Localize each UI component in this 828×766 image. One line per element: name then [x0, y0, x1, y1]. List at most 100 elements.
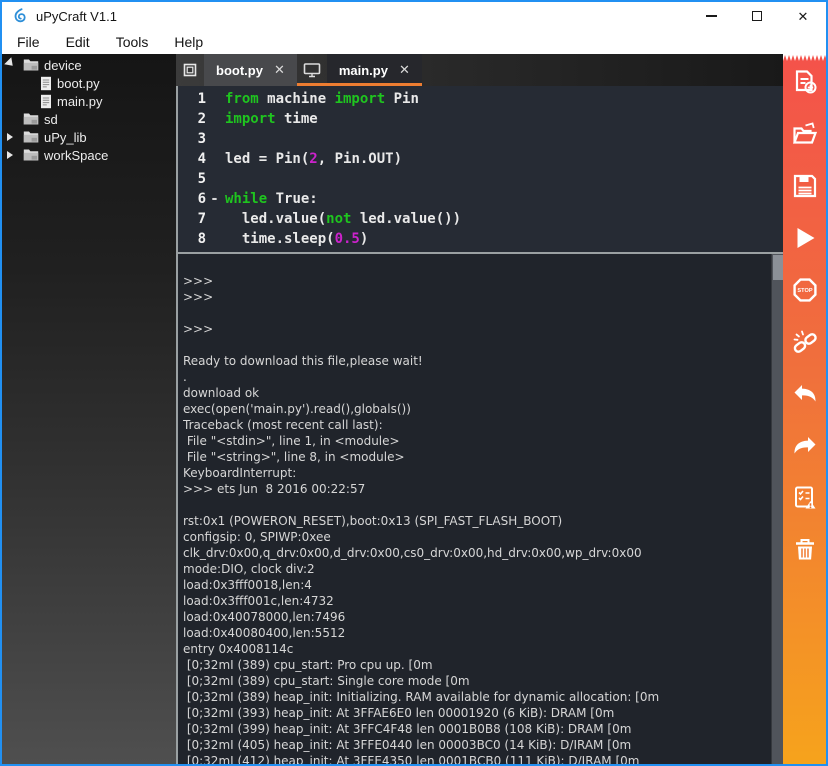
code-line: 2import time: [178, 109, 783, 129]
maximize-icon: [752, 11, 762, 21]
line-number: 7: [178, 211, 206, 227]
app-logo-icon: [11, 8, 27, 24]
tree-item-label: boot.py: [57, 76, 100, 91]
tree-item-sd[interactable]: sd: [2, 110, 176, 128]
connect-disconnect-button[interactable]: [791, 328, 819, 356]
console-line: >>> ets Jun 8 2016 00:22:57: [183, 482, 767, 498]
download-run-icon: [792, 225, 818, 251]
console-line: load:0x3fff001c,len:4732: [183, 594, 767, 610]
stop-icon: STOP: [792, 277, 818, 303]
code-text: led = Pin(2, Pin.OUT): [223, 151, 402, 167]
tree-item-boot.py[interactable]: boot.py: [2, 74, 176, 92]
connect-disconnect-icon: [792, 329, 818, 355]
console-line: configsip: 0, SPIWP:0xee: [183, 530, 767, 546]
file-icon: [40, 76, 52, 91]
syntax-check-button[interactable]: [791, 484, 819, 512]
new-file-icon: [792, 69, 818, 95]
menu-tools[interactable]: Tools: [103, 30, 162, 54]
tab-main.py[interactable]: main.py ✕: [297, 54, 422, 86]
minimize-button[interactable]: [688, 2, 734, 30]
expand-arrow-icon[interactable]: [6, 59, 18, 71]
toolbar-serrated-edge: [783, 54, 826, 61]
console-line: exec(open('main.py').read(),globals()): [183, 402, 767, 418]
collapse-arrow-icon[interactable]: [6, 151, 18, 159]
console-line: load:0x40078000,len:7496: [183, 610, 767, 626]
save-file-button[interactable]: [791, 172, 819, 200]
console-line: [183, 498, 767, 514]
console-line: [0;32mI (405) heap_init: At 3FFE0440 len…: [183, 738, 767, 754]
window-title: uPyCraft V1.1: [36, 9, 117, 24]
console-line: [0;32mI (399) heap_init: At 3FFC4F48 len…: [183, 722, 767, 738]
code-line: 7 led.value(not led.value()): [178, 209, 783, 229]
close-icon: ✕: [798, 10, 809, 23]
tree-item-uPy_lib[interactable]: uPy_lib: [2, 128, 176, 146]
active-tab-underline: [297, 83, 422, 86]
tab-boot.py[interactable]: boot.py✕: [176, 54, 297, 86]
console-lines: >>> >>> >>> Ready to download this file,…: [183, 274, 767, 764]
fold-marker-icon[interactable]: -: [206, 191, 223, 207]
line-number: 4: [178, 151, 206, 167]
folder-icon: [23, 58, 39, 72]
svg-text:STOP: STOP: [797, 288, 812, 294]
line-number: 8: [178, 231, 206, 247]
window-controls: ✕: [688, 2, 826, 30]
file-icon: [40, 94, 52, 109]
undo-icon: [792, 381, 818, 407]
code-text: from machine import Pin: [223, 91, 419, 107]
tree-item-main.py[interactable]: main.py: [2, 92, 176, 110]
console-line: >>>: [183, 290, 767, 306]
folder-icon: [23, 112, 39, 126]
console-line: File "<stdin>", line 1, in <module>: [183, 434, 767, 450]
maximize-button[interactable]: [734, 2, 780, 30]
redo-button[interactable]: [791, 432, 819, 460]
workarea: 1from machine import Pin2import time34le…: [176, 86, 783, 764]
download-run-button[interactable]: [791, 224, 819, 252]
code-text: time.sleep(0.5): [223, 231, 368, 247]
console-line: clk_drv:0x00,q_drv:0x00,d_drv:0x00,cs0_d…: [183, 546, 767, 562]
console-scrollbar-thumb[interactable]: [773, 255, 783, 280]
clear-button[interactable]: [791, 536, 819, 564]
tree-item-label: uPy_lib: [44, 130, 87, 145]
undo-button[interactable]: [791, 380, 819, 408]
console-line: entry 0x4008114c: [183, 642, 767, 658]
code-text: import time: [223, 111, 318, 127]
console-line: [0;32mI (393) heap_init: At 3FFAE6E0 len…: [183, 706, 767, 722]
open-file-button[interactable]: [791, 120, 819, 148]
stop-button[interactable]: STOP: [791, 276, 819, 304]
file-tree: device boot.pymain.py sd uPy_lib workSpace: [2, 54, 176, 764]
console-line: [0;32mI (412) heap_init: At 3FFE4350 len…: [183, 754, 767, 764]
console-line: [0;32mI (389) cpu_start: Single core mod…: [183, 674, 767, 690]
tab-label: main.py: [339, 63, 388, 78]
tree-item-device[interactable]: device: [2, 56, 176, 74]
code-editor[interactable]: 1from machine import Pin2import time34le…: [178, 86, 783, 252]
console-line: [0;32mI (389) heap_init: Initializing. R…: [183, 690, 767, 706]
code-text: led.value(not led.value()): [223, 211, 461, 227]
tree-item-label: sd: [44, 112, 58, 127]
tab-body: boot.py✕: [204, 54, 297, 86]
collapse-arrow-icon[interactable]: [6, 133, 18, 141]
redo-icon: [792, 433, 818, 459]
menu-file[interactable]: File: [4, 30, 53, 54]
main-area: deviceboot.pymain.pysduPy_libworkSpace b…: [2, 54, 826, 764]
console-line: load:0x40080400,len:5512: [183, 626, 767, 642]
console-line: >>>: [183, 322, 767, 338]
center-panel: boot.py✕main.py✕ 1from machine import Pi…: [176, 54, 783, 764]
menu-edit[interactable]: Edit: [53, 30, 103, 54]
app-window: uPyCraft V1.1 ✕ FileEditToolsHelp device…: [0, 0, 828, 766]
new-file-button[interactable]: [791, 68, 819, 96]
tab-close-icon[interactable]: ✕: [399, 62, 410, 78]
console-line: mode:DIO, clock div:2: [183, 562, 767, 578]
close-button[interactable]: ✕: [780, 2, 826, 30]
tree-item-workSpace[interactable]: workSpace: [2, 146, 176, 164]
tree-item-label: workSpace: [44, 148, 108, 163]
clear-icon: [792, 537, 818, 563]
console-scrollbar[interactable]: [771, 254, 783, 764]
minimize-icon: [706, 15, 717, 17]
line-number: 5: [178, 171, 206, 187]
console-output[interactable]: >>> >>> >>> Ready to download this file,…: [178, 252, 783, 764]
tabbar: boot.py✕ main.py ✕: [176, 54, 783, 86]
console-line: File "<string>", line 8, in <module>: [183, 450, 767, 466]
code-line: 6-while True:: [178, 189, 783, 209]
tab-close-icon[interactable]: ✕: [274, 62, 285, 78]
menu-help[interactable]: Help: [161, 30, 216, 54]
